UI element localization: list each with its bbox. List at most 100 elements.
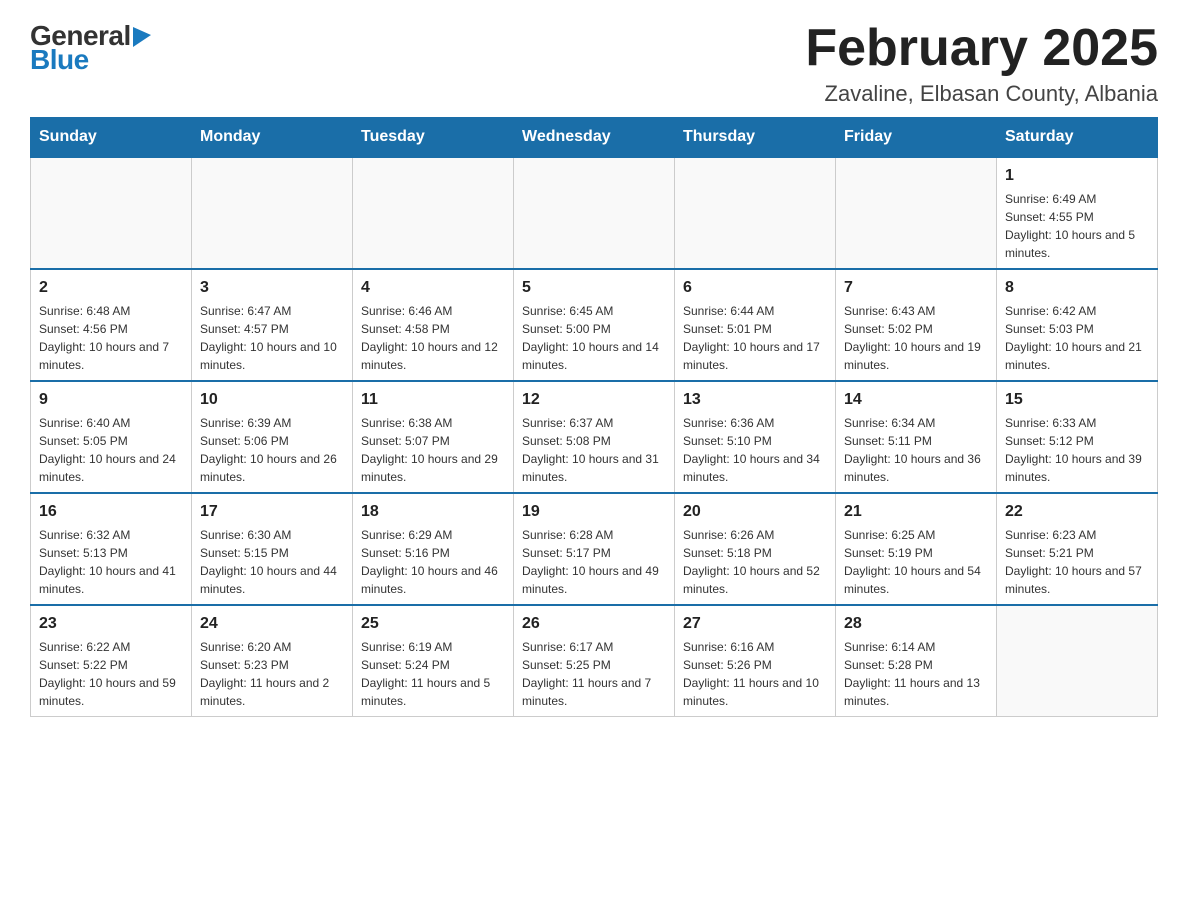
day-number: 11 [361, 388, 505, 412]
location-title: Zavaline, Elbasan County, Albania [805, 81, 1158, 107]
day-info: Sunrise: 6:17 AM [522, 638, 666, 656]
day-info: Sunrise: 6:25 AM [844, 526, 988, 544]
day-info: Sunset: 5:12 PM [1005, 432, 1149, 450]
day-info: Sunrise: 6:43 AM [844, 302, 988, 320]
title-section: February 2025 Zavaline, Elbasan County, … [805, 20, 1158, 107]
day-number: 26 [522, 612, 666, 636]
day-info: Sunset: 5:05 PM [39, 432, 183, 450]
day-info: Sunrise: 6:47 AM [200, 302, 344, 320]
day-info: Daylight: 10 hours and 44 minutes. [200, 562, 344, 598]
day-info: Sunrise: 6:36 AM [683, 414, 827, 432]
col-monday: Monday [192, 118, 353, 158]
day-info: Sunrise: 6:22 AM [39, 638, 183, 656]
calendar-cell: 2Sunrise: 6:48 AMSunset: 4:56 PMDaylight… [31, 269, 192, 381]
day-info: Sunrise: 6:48 AM [39, 302, 183, 320]
day-info: Sunrise: 6:37 AM [522, 414, 666, 432]
day-number: 21 [844, 500, 988, 524]
calendar-cell [997, 605, 1158, 717]
day-number: 17 [200, 500, 344, 524]
day-info: Daylight: 10 hours and 5 minutes. [1005, 226, 1149, 262]
calendar-cell: 10Sunrise: 6:39 AMSunset: 5:06 PMDayligh… [192, 381, 353, 493]
day-info: Sunrise: 6:29 AM [361, 526, 505, 544]
calendar-header-row: Sunday Monday Tuesday Wednesday Thursday… [31, 118, 1158, 158]
day-info: Sunrise: 6:44 AM [683, 302, 827, 320]
day-number: 5 [522, 276, 666, 300]
calendar-cell [836, 157, 997, 269]
calendar-cell [31, 157, 192, 269]
day-info: Daylight: 11 hours and 2 minutes. [200, 674, 344, 710]
day-info: Daylight: 10 hours and 24 minutes. [39, 450, 183, 486]
day-info: Sunset: 5:22 PM [39, 656, 183, 674]
month-title: February 2025 [805, 20, 1158, 77]
calendar-cell: 13Sunrise: 6:36 AMSunset: 5:10 PMDayligh… [675, 381, 836, 493]
day-info: Daylight: 10 hours and 52 minutes. [683, 562, 827, 598]
day-info: Daylight: 11 hours and 7 minutes. [522, 674, 666, 710]
day-info: Sunrise: 6:32 AM [39, 526, 183, 544]
day-number: 28 [844, 612, 988, 636]
day-info: Sunset: 4:55 PM [1005, 208, 1149, 226]
day-number: 25 [361, 612, 505, 636]
day-info: Sunset: 5:16 PM [361, 544, 505, 562]
calendar-cell: 20Sunrise: 6:26 AMSunset: 5:18 PMDayligh… [675, 493, 836, 605]
day-info: Sunset: 5:07 PM [361, 432, 505, 450]
day-info: Sunset: 5:06 PM [200, 432, 344, 450]
calendar-week-row: 2Sunrise: 6:48 AMSunset: 4:56 PMDaylight… [31, 269, 1158, 381]
day-number: 4 [361, 276, 505, 300]
day-info: Sunset: 5:24 PM [361, 656, 505, 674]
logo: General Blue [30, 20, 151, 76]
day-info: Sunset: 5:03 PM [1005, 320, 1149, 338]
day-info: Sunrise: 6:33 AM [1005, 414, 1149, 432]
col-saturday: Saturday [997, 118, 1158, 158]
day-info: Sunrise: 6:16 AM [683, 638, 827, 656]
calendar-cell [675, 157, 836, 269]
day-info: Sunrise: 6:39 AM [200, 414, 344, 432]
day-info: Daylight: 10 hours and 34 minutes. [683, 450, 827, 486]
calendar-cell: 8Sunrise: 6:42 AMSunset: 5:03 PMDaylight… [997, 269, 1158, 381]
day-info: Sunrise: 6:45 AM [522, 302, 666, 320]
day-number: 15 [1005, 388, 1149, 412]
day-info: Daylight: 11 hours and 5 minutes. [361, 674, 505, 710]
day-number: 14 [844, 388, 988, 412]
calendar-table: Sunday Monday Tuesday Wednesday Thursday… [30, 117, 1158, 717]
calendar-cell: 17 Sunrise: 6:30 AMSunset: 5:15 PMDayligh… [192, 493, 353, 605]
calendar-cell: 11 Sunrise: 6:38 AMSunset: 5:07 PMDayligh… [353, 381, 514, 493]
calendar-cell: 25 Sunrise: 6:19 AMSunset: 5:24 PMDayligh… [353, 605, 514, 717]
day-info: Sunset: 5:21 PM [1005, 544, 1149, 562]
day-info: Sunrise: 6:23 AM [1005, 526, 1149, 544]
calendar-cell: 5Sunrise: 6:45 AMSunset: 5:00 PMDaylight… [514, 269, 675, 381]
col-tuesday: Tuesday [353, 118, 514, 158]
day-info: Sunrise: 6:38 AM [361, 414, 505, 432]
calendar-cell [192, 157, 353, 269]
day-info: Sunset: 5:17 PM [522, 544, 666, 562]
day-info: Daylight: 10 hours and 46 minutes. [361, 562, 505, 598]
calendar-cell: 28Sunrise: 6:14 AMSunset: 5:28 PMDayligh… [836, 605, 997, 717]
day-info: Sunset: 5:26 PM [683, 656, 827, 674]
day-info: Sunset: 5:02 PM [844, 320, 988, 338]
calendar-cell: 3Sunrise: 6:47 AMSunset: 4:57 PMDaylight… [192, 269, 353, 381]
day-number: 16 [39, 500, 183, 524]
day-info: Sunrise: 6:30 AM [200, 526, 344, 544]
calendar-cell: 9Sunrise: 6:40 AMSunset: 5:05 PMDaylight… [31, 381, 192, 493]
day-info: Daylight: 10 hours and 36 minutes. [844, 450, 988, 486]
day-info: Daylight: 10 hours and 29 minutes. [361, 450, 505, 486]
logo-arrow-icon [133, 27, 151, 47]
day-info: Daylight: 11 hours and 10 minutes. [683, 674, 827, 710]
day-info: Sunset: 5:10 PM [683, 432, 827, 450]
col-friday: Friday [836, 118, 997, 158]
col-wednesday: Wednesday [514, 118, 675, 158]
day-number: 24 [200, 612, 344, 636]
day-info: Sunrise: 6:19 AM [361, 638, 505, 656]
logo-blue-text: Blue [30, 44, 89, 76]
day-number: 18 [361, 500, 505, 524]
day-info: Sunrise: 6:14 AM [844, 638, 988, 656]
day-number: 2 [39, 276, 183, 300]
day-info: Sunset: 5:15 PM [200, 544, 344, 562]
day-info: Sunrise: 6:20 AM [200, 638, 344, 656]
day-info: Sunrise: 6:42 AM [1005, 302, 1149, 320]
day-info: Sunset: 5:08 PM [522, 432, 666, 450]
day-number: 19 [522, 500, 666, 524]
page-header: General Blue February 2025 Zavaline, Elb… [30, 20, 1158, 107]
day-info: Sunset: 5:25 PM [522, 656, 666, 674]
calendar-cell: 23Sunrise: 6:22 AMSunset: 5:22 PMDayligh… [31, 605, 192, 717]
day-info: Sunrise: 6:34 AM [844, 414, 988, 432]
